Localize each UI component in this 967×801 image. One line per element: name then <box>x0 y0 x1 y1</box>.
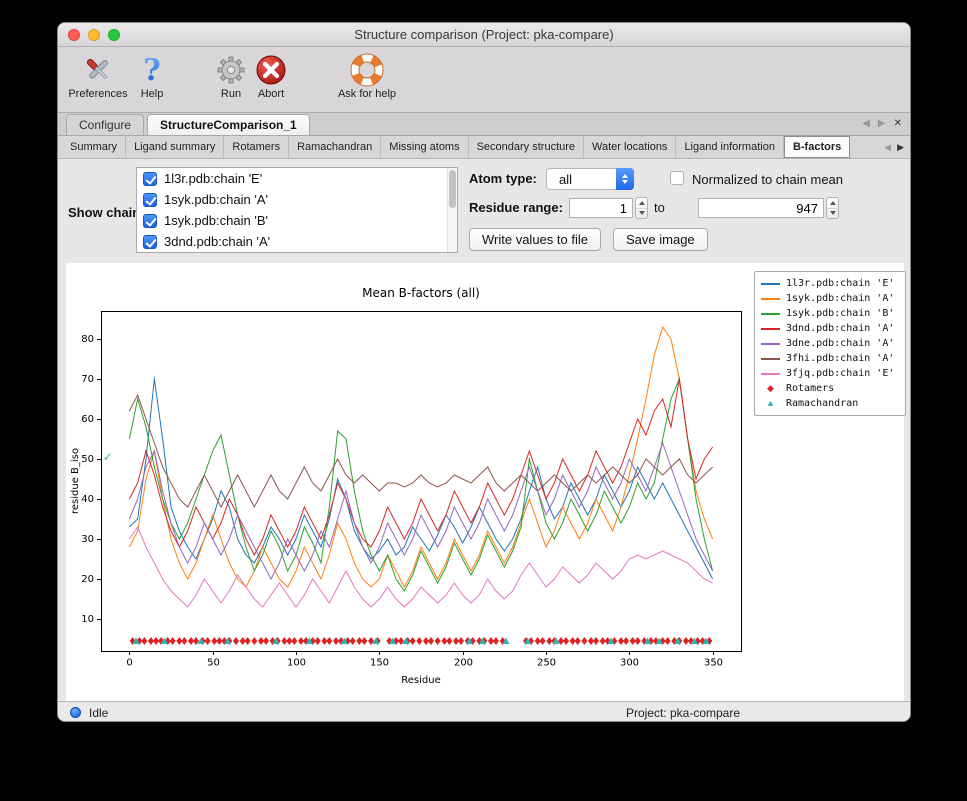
ask-for-help-button[interactable]: Ask for help <box>329 53 405 100</box>
normalized-checkbox[interactable] <box>670 171 684 185</box>
legend-label: Rotamers <box>786 383 834 394</box>
subtab-missing-atoms[interactable]: Missing atoms <box>381 136 468 158</box>
atom-type-label: Atom type: <box>469 171 537 186</box>
residue-to-input[interactable] <box>698 198 824 218</box>
chain-label: 3dnd.pdb:chain 'A' <box>164 234 270 249</box>
subtab-scroll-right-icon[interactable]: ▶ <box>897 142 904 153</box>
tab-scroll-left-icon[interactable]: ◀ <box>862 119 870 129</box>
legend-triangle-icon: ▲ <box>761 399 780 408</box>
legend-label: 3dnd.pdb:chain 'A' <box>786 323 894 334</box>
zoom-window-button[interactable] <box>108 29 120 41</box>
residue-to-stepper[interactable] <box>826 197 839 219</box>
write-values-button[interactable]: Write values to file <box>469 228 601 251</box>
traffic-lights <box>68 23 120 46</box>
tab-structurecomparison-1[interactable]: StructureComparison_1 <box>147 114 310 135</box>
legend-label: 3fjq.pdb:chain 'E' <box>786 368 894 379</box>
legend-label: 3fhi.pdb:chain 'A' <box>786 353 894 364</box>
chain-label: 1syk.pdb:chain 'B' <box>164 213 268 228</box>
legend-label: Ramachandran <box>786 398 858 409</box>
subtab-ramachandran[interactable]: Ramachandran <box>289 136 381 158</box>
residue-from-input[interactable] <box>569 198 633 218</box>
toolbar-label: Help <box>141 88 164 100</box>
sub-tab-bar: Summary Ligand summary Rotamers Ramachan… <box>58 136 910 159</box>
status-text: Idle <box>89 706 108 720</box>
subtab-rotamers[interactable]: Rotamers <box>224 136 289 158</box>
subtab-summary[interactable]: Summary <box>62 136 126 158</box>
main-tab-bar: Configure StructureComparison_1 ◀ ▶ ✕ <box>58 113 910 136</box>
toolbar-label: Ask for help <box>338 88 396 100</box>
chain-list[interactable]: 1l3r.pdb:chain 'E' 1syk.pdb:chain 'A' 1s… <box>136 167 458 253</box>
preferences-button[interactable]: Preferences <box>66 53 130 100</box>
normalized-label: Normalized to chain mean <box>692 172 843 187</box>
tab-scroll-right-icon[interactable]: ▶ <box>878 119 886 129</box>
residue-range-label: Residue range: <box>469 200 563 215</box>
chain-list-scrollbar[interactable] <box>447 168 457 252</box>
abort-button[interactable]: Abort <box>251 53 291 100</box>
chain-list-item[interactable]: 1syk.pdb:chain 'A' <box>137 189 457 210</box>
help-button[interactable]: ? Help <box>134 53 170 100</box>
legend-line-swatch <box>761 358 780 360</box>
run-button[interactable]: Run <box>213 53 249 100</box>
window-title: Structure comparison (Project: pka-compa… <box>58 27 910 42</box>
help-icon: ? <box>135 53 169 87</box>
chain-list-item[interactable]: 3dnd.pdb:chain 'A' <box>137 231 457 252</box>
residue-from-stepper[interactable] <box>635 197 648 219</box>
save-image-button[interactable]: Save image <box>613 228 708 251</box>
chain-list-item[interactable]: 1syk.pdb:chain 'B' <box>137 210 457 231</box>
atom-type-value: all <box>559 172 572 187</box>
legend-line-swatch <box>761 328 780 330</box>
chart-legend: 1l3r.pdb:chain 'E' 1syk.pdb:chain 'A' 1s… <box>754 271 906 416</box>
app-window: Structure comparison (Project: pka-compa… <box>57 22 911 722</box>
scrollbar-thumb[interactable] <box>449 170 456 208</box>
controls-panel: Show chains: 1l3r.pdb:chain 'E' 1syk.pdb… <box>58 159 910 263</box>
toolbar: Preferences ? Help <box>58 47 910 113</box>
plot-panel: 1l3r.pdb:chain 'E' 1syk.pdb:chain 'A' 1s… <box>66 263 904 701</box>
toolbar-label: Run <box>221 88 241 100</box>
legend-line-swatch <box>761 283 780 285</box>
titlebar[interactable]: Structure comparison (Project: pka-compa… <box>58 23 910 47</box>
chain-label: 1syk.pdb:chain 'A' <box>164 192 268 207</box>
gear-icon <box>214 53 248 87</box>
subtab-ligand-summary[interactable]: Ligand summary <box>126 136 224 158</box>
close-window-button[interactable] <box>68 29 80 41</box>
chain-checkbox-checked[interactable] <box>143 193 157 207</box>
status-bar: Idle Project: pka-compare <box>58 701 910 722</box>
chain-checkbox-checked[interactable] <box>143 172 157 186</box>
chain-label: 1l3r.pdb:chain 'E' <box>164 171 262 186</box>
to-label: to <box>654 200 665 215</box>
chain-checkbox-checked[interactable] <box>143 235 157 249</box>
legend-label: 3dne.pdb:chain 'A' <box>786 338 894 349</box>
legend-label: 1syk.pdb:chain 'A' <box>786 293 894 304</box>
legend-line-swatch <box>761 373 780 375</box>
toolbar-label: Abort <box>258 88 284 100</box>
status-project: Project: pka-compare <box>626 706 740 720</box>
subtab-b-factors[interactable]: B-factors <box>784 136 850 158</box>
subtab-water-locations[interactable]: Water locations <box>584 136 676 158</box>
atom-type-dropdown[interactable]: all <box>546 168 634 190</box>
subtab-scroll-left-icon[interactable]: ◀ <box>884 142 891 153</box>
subtab-ligand-information[interactable]: Ligand information <box>676 136 784 158</box>
life-ring-icon <box>350 53 384 87</box>
abort-icon <box>254 53 288 87</box>
legend-line-swatch <box>761 313 780 315</box>
subtab-secondary-structure[interactable]: Secondary structure <box>469 136 584 158</box>
tab-configure[interactable]: Configure <box>66 114 144 135</box>
legend-diamond-icon: ◆ <box>761 384 780 393</box>
svg-text:?: ? <box>143 53 161 87</box>
chain-checkbox-checked[interactable] <box>143 214 157 228</box>
minimize-window-button[interactable] <box>88 29 100 41</box>
legend-label: 1l3r.pdb:chain 'E' <box>786 278 894 289</box>
legend-line-swatch <box>761 298 780 300</box>
tools-icon <box>81 53 115 87</box>
legend-line-swatch <box>761 343 780 345</box>
status-indicator-icon <box>70 707 81 718</box>
chain-list-item[interactable]: 1l3r.pdb:chain 'E' <box>137 168 457 189</box>
legend-label: 1syk.pdb:chain 'B' <box>786 308 894 319</box>
toolbar-label: Preferences <box>68 88 127 100</box>
dropdown-arrows-icon <box>616 168 634 190</box>
tab-close-icon[interactable]: ✕ <box>894 119 902 129</box>
